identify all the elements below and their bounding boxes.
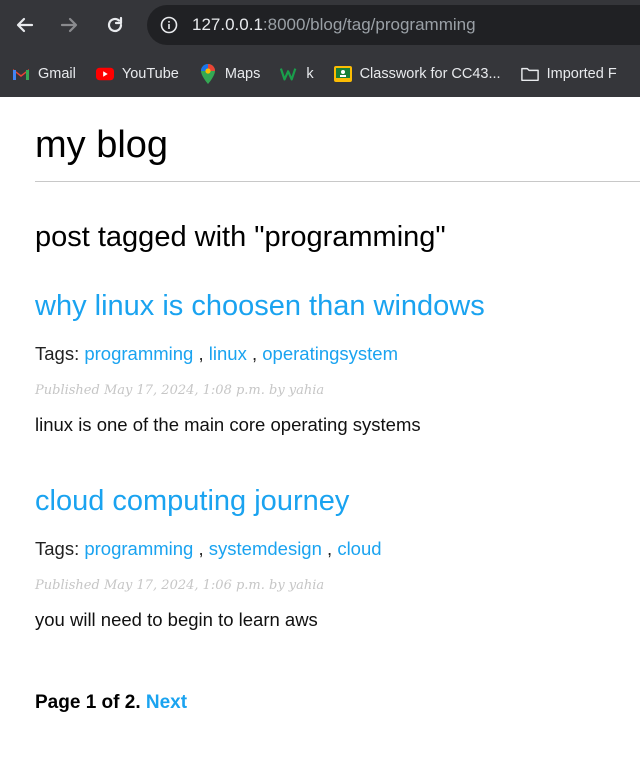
back-button[interactable] bbox=[12, 12, 38, 38]
site-title[interactable]: my blog bbox=[35, 124, 168, 167]
pagination: Page 1 of 2. Next bbox=[35, 692, 187, 714]
tag-link-programming[interactable]: programming bbox=[84, 538, 193, 559]
next-page-link[interactable]: Next bbox=[146, 692, 187, 713]
w-icon bbox=[280, 65, 298, 83]
bookmark-gmail[interactable]: Gmail bbox=[12, 65, 76, 83]
maps-icon bbox=[199, 63, 217, 84]
post-published-date: Published May 17, 2024, 1:08 p.m. by yah… bbox=[35, 383, 325, 398]
page-indicator: Page 1 of 2. bbox=[35, 692, 141, 713]
url-path: :8000/blog/tag/programming bbox=[262, 15, 476, 34]
classroom-icon bbox=[333, 65, 352, 83]
post-body: linux is one of the main core operating … bbox=[35, 414, 421, 435]
post-tags: Tags: programming , systemdesign , cloud bbox=[35, 538, 382, 559]
arrow-left-icon bbox=[16, 17, 34, 33]
bookmark-k[interactable]: k bbox=[280, 65, 314, 83]
bookmark-label: k bbox=[306, 65, 314, 82]
tag-link-systemdesign[interactable]: systemdesign bbox=[209, 538, 322, 559]
forward-button[interactable] bbox=[56, 12, 82, 38]
tags-label: Tags: bbox=[35, 538, 80, 559]
address-bar[interactable]: 127.0.0.1:8000/blog/tag/programming bbox=[147, 5, 640, 45]
tag-heading: post tagged with "programming" bbox=[35, 221, 446, 253]
tag-link-programming[interactable]: programming bbox=[84, 343, 193, 364]
youtube-icon bbox=[95, 65, 114, 83]
site-info-icon[interactable] bbox=[160, 16, 178, 34]
post-item: cloud computing journey Tags: programmin… bbox=[35, 485, 640, 631]
gmail-icon bbox=[12, 65, 30, 83]
header-divider bbox=[35, 181, 640, 182]
arrow-right-icon bbox=[60, 17, 78, 33]
bookmark-youtube[interactable]: YouTube bbox=[95, 65, 179, 83]
bookmark-label: Maps bbox=[224, 65, 261, 82]
tag-link-linux[interactable]: linux bbox=[209, 343, 247, 364]
bookmark-classwork[interactable]: Classwork for CC43... bbox=[333, 65, 501, 83]
bookmark-label: Gmail bbox=[38, 65, 76, 82]
post-published-date: Published May 17, 2024, 1:06 p.m. by yah… bbox=[35, 578, 325, 593]
post-title-link[interactable]: cloud computing journey bbox=[35, 485, 640, 518]
bookmark-imported[interactable]: Imported F bbox=[520, 65, 617, 83]
reload-icon bbox=[107, 16, 123, 33]
reload-button[interactable] bbox=[102, 12, 128, 38]
tags-label: Tags: bbox=[35, 343, 80, 364]
post-tags: Tags: programming , linux , operatingsys… bbox=[35, 343, 398, 364]
browser-toolbar: 127.0.0.1:8000/blog/tag/programming bbox=[0, 0, 640, 50]
bookmark-label: Classwork for CC43... bbox=[359, 65, 501, 82]
post-title-link[interactable]: why linux is choosen than windows bbox=[35, 290, 640, 323]
bookmark-label: Imported F bbox=[546, 65, 617, 82]
post-item: why linux is choosen than windows Tags: … bbox=[35, 290, 640, 436]
url-text[interactable]: 127.0.0.1:8000/blog/tag/programming bbox=[192, 15, 476, 35]
bookmark-label: YouTube bbox=[121, 65, 179, 82]
bookmark-maps[interactable]: Maps bbox=[199, 63, 261, 84]
url-host: 127.0.0.1 bbox=[192, 15, 263, 34]
tag-link-operatingsystem[interactable]: operatingsystem bbox=[262, 343, 398, 364]
bookmarks-bar: Gmail YouTube Maps k Classwork for CC43.… bbox=[0, 50, 640, 97]
post-body: you will need to begin to learn aws bbox=[35, 609, 318, 630]
browser-chrome: 127.0.0.1:8000/blog/tag/programming Gmai… bbox=[0, 0, 640, 97]
tag-link-cloud[interactable]: cloud bbox=[337, 538, 381, 559]
folder-icon bbox=[520, 65, 539, 83]
